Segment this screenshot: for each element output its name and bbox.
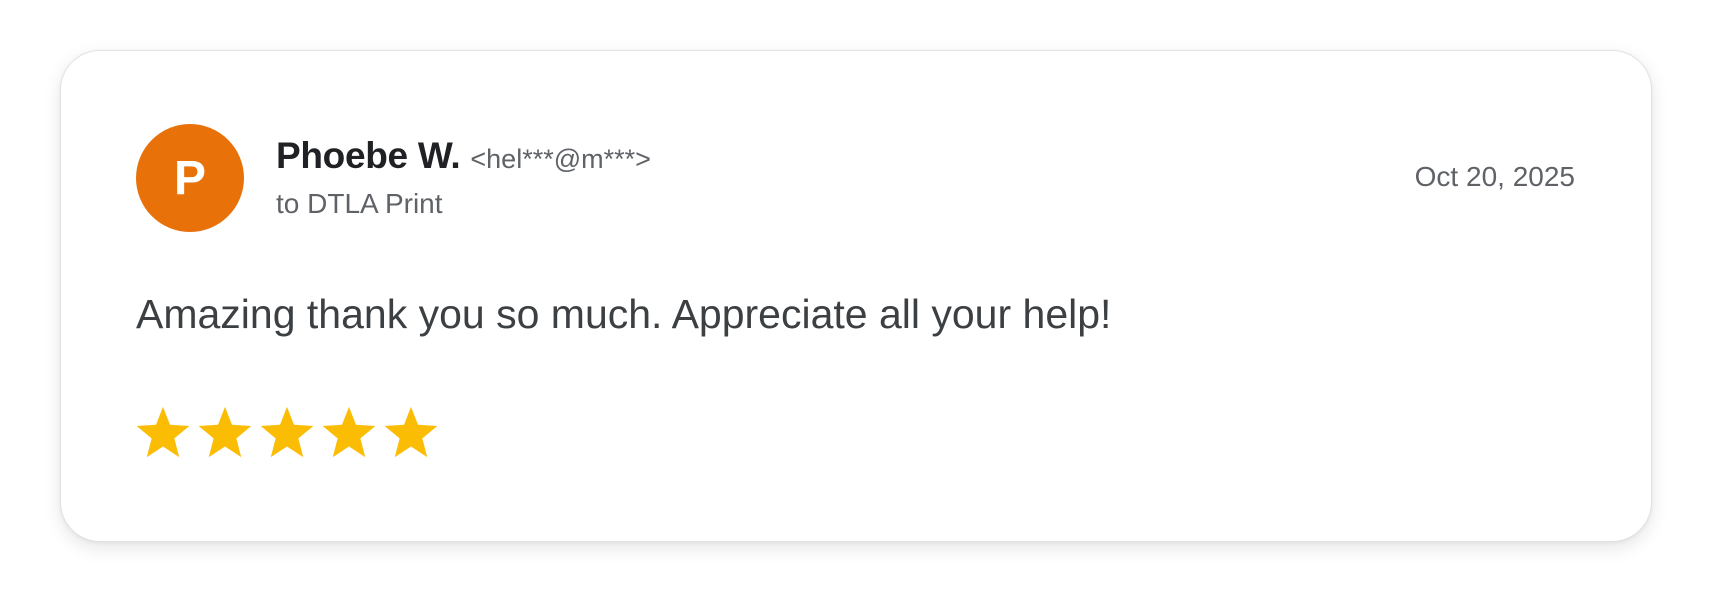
avatar: P — [136, 124, 244, 232]
star-icon — [198, 406, 252, 458]
review-card: P Phoebe W. <hel***@m***> to DTLA Print O… — [60, 50, 1652, 542]
star-icon — [322, 406, 376, 458]
review-date: Oct 20, 2025 — [1414, 161, 1575, 192]
sender-line: Phoebe W. <hel***@m***> — [276, 135, 651, 177]
star-icon — [384, 406, 438, 458]
sender-email: <hel***@m***> — [470, 144, 651, 174]
star-icon — [260, 406, 314, 458]
star-rating — [134, 404, 440, 462]
sender-name: Phoebe W. — [276, 135, 461, 176]
star-icon — [136, 406, 190, 458]
review-message: Amazing thank you so much. Appreciate al… — [136, 291, 1112, 337]
recipient-line: to DTLA Print — [276, 188, 443, 219]
